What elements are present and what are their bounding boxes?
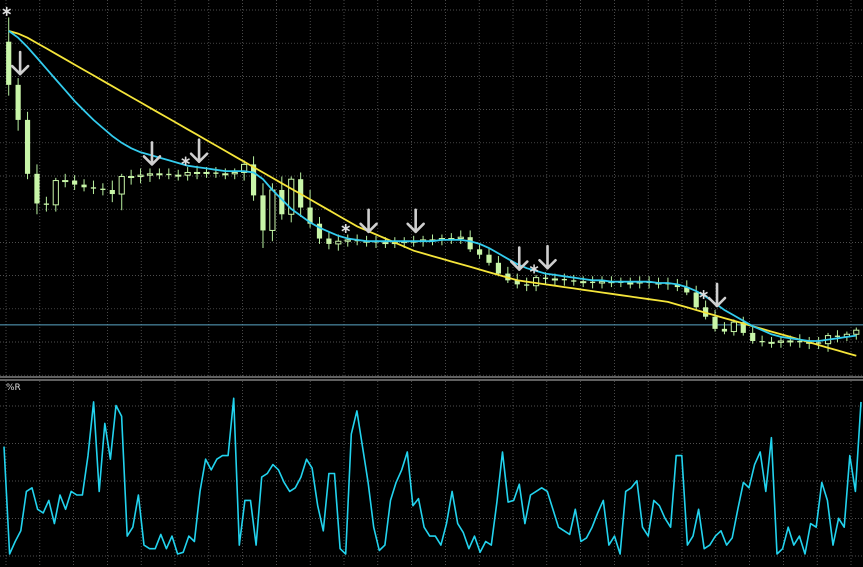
candle-body-bear <box>590 281 596 284</box>
candle-body-bear <box>750 332 756 341</box>
candle-body-bull <box>853 329 860 335</box>
candle-body-bull <box>269 189 276 231</box>
candle-body-bull <box>335 240 342 245</box>
chart-canvas[interactable]: %R <box>0 0 863 567</box>
candle-body-bull <box>457 236 464 240</box>
candle-body-bear <box>100 188 106 190</box>
candle-body-bull <box>193 171 201 174</box>
candle-body-bull <box>222 173 229 176</box>
candle-body-bear <box>72 180 78 185</box>
candle-body-bear <box>15 84 21 120</box>
candle-body-bull <box>175 174 182 177</box>
candle-body-bear <box>797 340 803 343</box>
candle-body-bear <box>213 172 219 174</box>
candle-body-bear <box>467 237 473 250</box>
chart-window: %R <box>0 0 863 567</box>
candle-body-bear <box>260 195 266 231</box>
candle-body-bull <box>777 340 785 343</box>
candle-body-bear <box>24 119 31 174</box>
candle-body-bear <box>542 277 549 279</box>
candle-body-bull <box>787 340 794 343</box>
candle-body-bear <box>43 203 49 205</box>
candle-body-bear <box>571 280 577 282</box>
candle-body-bull <box>627 282 634 285</box>
candle-body-bull <box>203 171 210 174</box>
candle-body-bull <box>156 173 163 176</box>
candle-body-bear <box>81 184 87 188</box>
candle-body-bear <box>166 173 172 176</box>
candle-body-bull <box>231 171 238 175</box>
candle-body-bull <box>580 281 587 284</box>
candle-body-bear <box>524 284 530 286</box>
candle-body-bull <box>62 180 69 183</box>
candle-body-bear <box>759 340 765 343</box>
candle-body-bear <box>712 316 718 329</box>
candle-body-bull <box>598 281 606 284</box>
candle-body-bull <box>382 242 389 245</box>
candle-body-bear <box>109 190 115 195</box>
candle-body-bear <box>34 173 40 204</box>
candle-body-bear <box>495 262 502 274</box>
candle-body-bear <box>326 238 332 244</box>
candle-body-bull <box>146 173 154 176</box>
candle-body-bear <box>6 41 12 85</box>
indicator-label: %R <box>6 383 21 393</box>
candle-body-bear <box>834 335 841 337</box>
candle-body-bull <box>730 321 737 333</box>
candle-body-bull <box>184 171 191 176</box>
candle-body-bear <box>561 278 567 281</box>
candle-body-bull <box>52 180 59 206</box>
candle-body-bull <box>118 176 125 195</box>
candle-body-bull <box>768 341 775 344</box>
candle-body-bear <box>721 328 728 332</box>
candle-body-bull <box>533 277 540 287</box>
candle-body-bull <box>128 176 135 179</box>
candle-body-bear <box>90 187 97 189</box>
candle-body-bear <box>693 292 699 308</box>
candle-body-bear <box>816 342 822 344</box>
candle-body-bear <box>476 249 483 255</box>
candle-body-bull <box>344 239 351 242</box>
candle-body-bull <box>137 174 144 178</box>
candle-body-bear <box>486 254 492 263</box>
candle-body-bull <box>551 278 559 281</box>
